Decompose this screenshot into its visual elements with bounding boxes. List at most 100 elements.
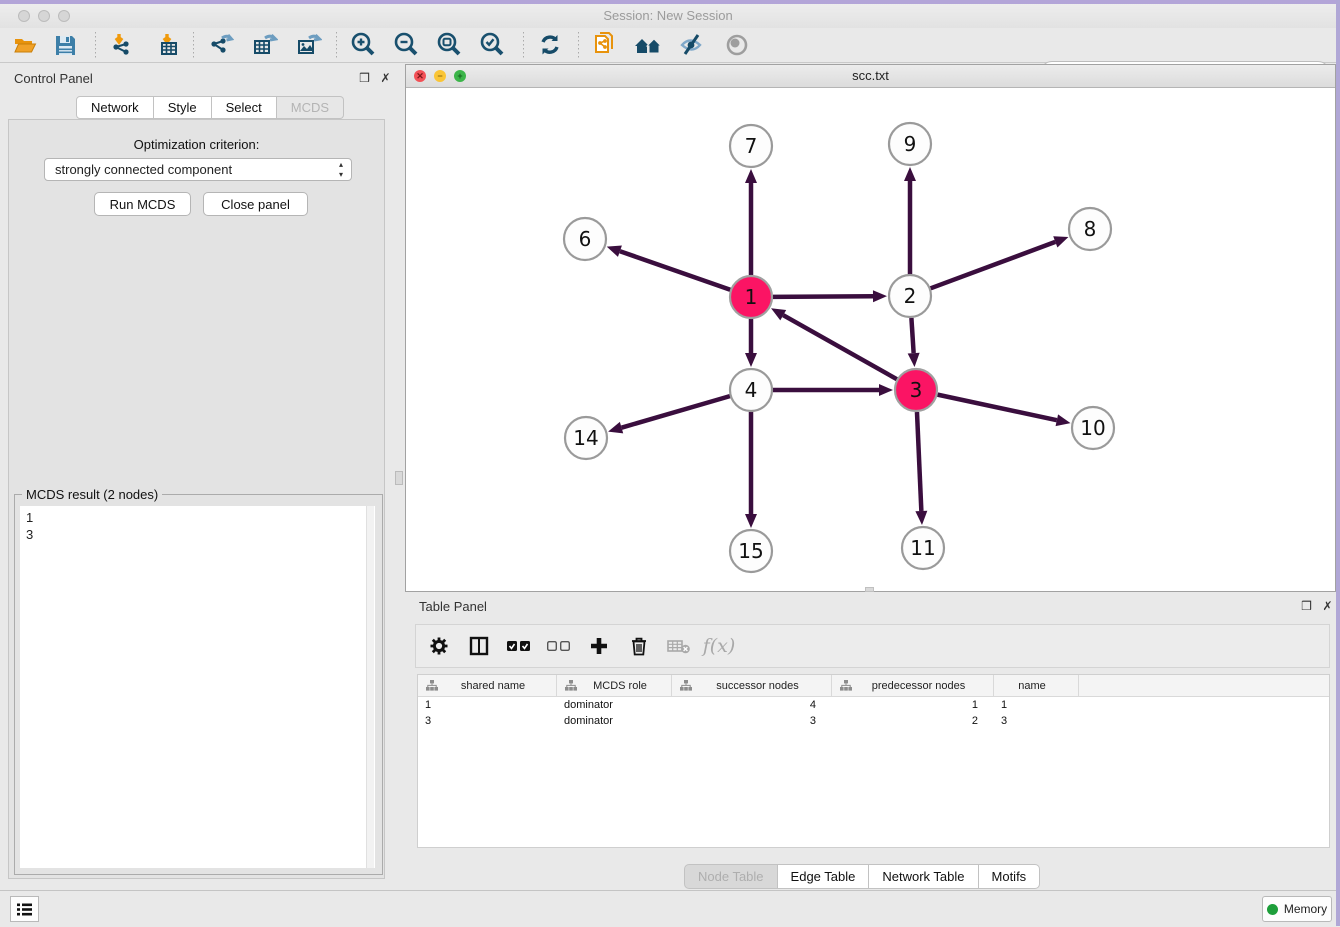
- edge-1-2[interactable]: [773, 296, 873, 297]
- open-file-icon[interactable]: [8, 31, 42, 59]
- node-table[interactable]: shared nameMCDS role successor nodes prede…: [417, 674, 1330, 848]
- table-cell[interactable]: 3: [418, 715, 557, 727]
- desktop-edge-right: [1336, 0, 1340, 926]
- column-header-name[interactable]: name: [994, 675, 1079, 696]
- close-table-panel-icon[interactable]: ✗: [1321, 600, 1334, 613]
- show-column-icon[interactable]: [466, 633, 492, 659]
- column-header-successor-nodes[interactable]: successor nodes: [672, 675, 832, 696]
- mcds-result-textarea[interactable]: 1 3: [20, 506, 375, 868]
- go-home-icon[interactable]: [631, 31, 665, 59]
- minimize-network-icon[interactable]: −: [434, 70, 446, 82]
- tab-node-table[interactable]: Node Table: [684, 864, 778, 889]
- refresh-view-icon[interactable]: [533, 31, 567, 59]
- edge-4-14[interactable]: [622, 396, 730, 428]
- graph-node-label: 2: [904, 284, 917, 308]
- edge-3-10[interactable]: [938, 395, 1057, 421]
- memory-button[interactable]: Memory: [1262, 896, 1332, 922]
- table-cell[interactable]: 1: [418, 699, 557, 711]
- title-bar: Session: New Session: [0, 4, 1336, 28]
- add-column-icon[interactable]: [586, 633, 612, 659]
- duplicate-network-icon[interactable]: [588, 31, 622, 59]
- vertical-splitter-handle[interactable]: [395, 471, 403, 485]
- import-network-icon[interactable]: [104, 31, 138, 59]
- export-image-icon[interactable]: [292, 31, 326, 59]
- table-cell[interactable]: 1: [832, 699, 994, 711]
- tab-motifs[interactable]: Motifs: [979, 864, 1041, 889]
- table-cell[interactable]: 2: [832, 715, 994, 727]
- delete-table-icon[interactable]: [666, 633, 692, 659]
- edge-3-11[interactable]: [917, 412, 921, 511]
- edge-arrowhead: [607, 246, 622, 257]
- graph-node-label: 4: [745, 378, 758, 402]
- table-cell[interactable]: 4: [672, 699, 832, 711]
- maximize-window-icon[interactable]: [58, 10, 70, 22]
- table-cell[interactable]: dominator: [557, 699, 672, 711]
- task-history-button[interactable]: [10, 896, 39, 922]
- table-row[interactable]: 1dominator411: [418, 697, 1329, 713]
- control-panel-buttons: ❒ ✗: [358, 72, 392, 85]
- select-all-checkboxes-icon[interactable]: [506, 633, 532, 659]
- edge-1-6[interactable]: [620, 251, 730, 290]
- column-type-icon: [426, 680, 438, 691]
- tab-style[interactable]: Style: [154, 96, 212, 119]
- column-header-MCDS-role[interactable]: MCDS role: [557, 675, 672, 696]
- close-window-icon[interactable]: [18, 10, 30, 22]
- tab-network-table[interactable]: Network Table: [869, 864, 978, 889]
- list-icon: [17, 903, 32, 916]
- network-window-titlebar[interactable]: ✕ − + scc.txt: [406, 65, 1335, 88]
- table-cell[interactable]: 1: [994, 699, 1079, 711]
- zoom-selected-icon[interactable]: [475, 31, 509, 59]
- graph-node-label: 11: [910, 536, 935, 560]
- edge-arrowhead: [915, 511, 927, 525]
- toolbar-separator: [95, 32, 96, 58]
- table-cell[interactable]: 3: [994, 715, 1079, 727]
- function-builder-icon: f(x): [706, 633, 732, 659]
- show-selected-icon[interactable]: [720, 31, 754, 59]
- graph-node-label: 10: [1080, 416, 1105, 440]
- column-header-label: successor nodes: [692, 680, 831, 692]
- table-settings-icon[interactable]: [426, 633, 452, 659]
- app-window: { "window": { "title": "Session: New Ses…: [0, 0, 1340, 926]
- mcds-result-group-title: MCDS result (2 nodes): [22, 487, 162, 502]
- save-session-icon[interactable]: [48, 31, 82, 59]
- network-graph-canvas[interactable]: 7968124314101511: [406, 88, 1335, 591]
- close-panel-button[interactable]: Close panel: [203, 192, 308, 216]
- close-panel-icon[interactable]: ✗: [379, 72, 392, 85]
- zoom-out-icon[interactable]: [389, 31, 423, 59]
- edge-2-3[interactable]: [911, 318, 913, 353]
- tab-mcds[interactable]: MCDS: [277, 96, 344, 119]
- close-network-icon[interactable]: ✕: [414, 70, 426, 82]
- float-panel-icon[interactable]: ❒: [358, 72, 371, 85]
- hide-selected-icon[interactable]: [675, 31, 709, 59]
- edge-3-1[interactable]: [783, 315, 897, 379]
- zoom-in-icon[interactable]: [346, 31, 380, 59]
- delete-column-icon[interactable]: [626, 633, 652, 659]
- tab-network[interactable]: Network: [76, 96, 154, 119]
- edge-arrowhead: [908, 353, 920, 367]
- minimize-window-icon[interactable]: [38, 10, 50, 22]
- edge-2-8[interactable]: [931, 242, 1056, 288]
- export-table-icon[interactable]: [248, 31, 282, 59]
- table-cell[interactable]: dominator: [557, 715, 672, 727]
- import-table-icon[interactable]: [152, 31, 186, 59]
- table-cell[interactable]: 3: [672, 715, 832, 727]
- network-view-window: ✕ − + scc.txt 7968124314101511: [405, 64, 1336, 592]
- column-header-shared-name[interactable]: shared name: [418, 675, 557, 696]
- select-stepper-icon: ▴▾: [339, 160, 343, 180]
- tab-edge-table[interactable]: Edge Table: [778, 864, 870, 889]
- graph-node-label: 9: [904, 132, 917, 156]
- zoom-fit-icon[interactable]: [432, 31, 466, 59]
- export-network-icon[interactable]: [204, 31, 238, 59]
- graph-node-label: 14: [573, 426, 598, 450]
- tab-select[interactable]: Select: [212, 96, 277, 119]
- column-header-label: predecessor nodes: [852, 680, 993, 692]
- run-mcds-button[interactable]: Run MCDS: [94, 192, 191, 216]
- maximize-network-icon[interactable]: +: [454, 70, 466, 82]
- network-splitter-grip[interactable]: [865, 587, 874, 592]
- table-row[interactable]: 3dominator323: [418, 713, 1329, 729]
- float-table-panel-icon[interactable]: ❒: [1300, 600, 1313, 613]
- optimization-criterion-select[interactable]: strongly connected component ▴▾: [44, 158, 352, 181]
- deselect-all-checkboxes-icon[interactable]: [546, 633, 572, 659]
- column-header-predecessor-nodes[interactable]: predecessor nodes: [832, 675, 994, 696]
- result-scrollbar[interactable]: [366, 506, 374, 868]
